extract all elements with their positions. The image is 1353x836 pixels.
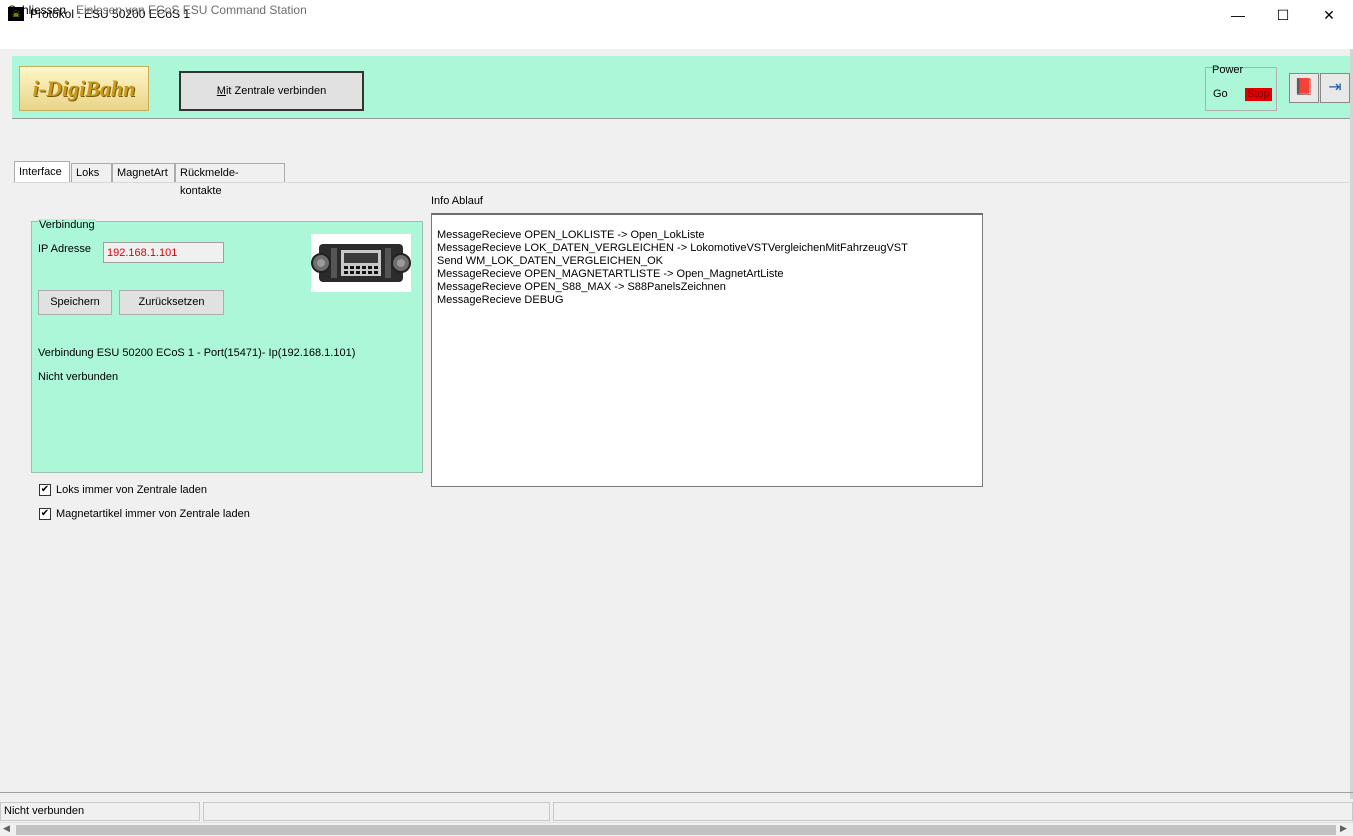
digibahn-logo: i-DigiBahn <box>19 66 149 111</box>
book-icon: 📕 <box>1294 79 1314 96</box>
scrollbar-thumb[interactable] <box>16 825 1336 835</box>
status-bar: Nicht verbunden <box>0 802 1353 821</box>
close-window-button[interactable]: ✕ <box>1306 0 1352 30</box>
connection-info-text: Verbindung ESU 50200 ECoS 1 - Port(15471… <box>38 347 356 359</box>
ip-address-input[interactable] <box>103 242 224 263</box>
exit-button[interactable]: ⇥ <box>1320 73 1350 103</box>
status-cell-connection: Nicht verbunden <box>0 802 200 821</box>
log-line: Send WM_LOK_DATEN_VERGLEICHEN_OK <box>437 255 663 267</box>
load-locos-checkbox[interactable]: ✔ <box>39 484 51 496</box>
book-button[interactable]: 📕 <box>1289 73 1319 103</box>
log-line: MessageRecieve OPEN_S88_MAX -> S88Panels… <box>437 281 726 293</box>
tab-page-border <box>12 182 1350 183</box>
tab-loks[interactable]: Loks <box>71 163 112 183</box>
divider <box>0 792 1353 793</box>
tab-interface[interactable]: Interface <box>14 161 70 183</box>
log-line: MessageRecieve OPEN_LOKLISTE -> Open_Lok… <box>437 229 705 241</box>
save-button[interactable]: Speichern <box>38 290 112 315</box>
log-line: MessageRecieve OPEN_MAGNETARTLISTE -> Op… <box>437 268 784 280</box>
command-station-image <box>311 234 411 292</box>
ip-address-label: IP Adresse <box>38 243 91 255</box>
power-stop-button[interactable]: Stop <box>1245 88 1272 101</box>
info-log-textarea[interactable]: MessageRecieve OPEN_LOKLISTE -> Open_Lok… <box>431 213 983 487</box>
menu-info-text: Einlesen von ECoS ESU Command Station <box>76 3 307 17</box>
status-cell-3 <box>553 802 1353 821</box>
tab-magnetart[interactable]: MagnetArt <box>112 163 175 183</box>
connect-button[interactable]: Mit Zentrale verbinden <box>179 71 364 111</box>
menu-schliessen[interactable]: Schliessen <box>8 3 66 17</box>
connection-status-text: Nicht verbunden <box>38 371 119 383</box>
power-go-button[interactable]: Go <box>1213 88 1228 100</box>
horizontal-scrollbar[interactable]: ◀ ▶ <box>0 822 1353 836</box>
maximize-button[interactable]: ☐ <box>1260 0 1306 30</box>
connect-button-label: it Zentrale verbinden <box>225 85 327 97</box>
load-locos-label[interactable]: Loks immer von Zentrale laden <box>56 484 207 496</box>
minimize-button[interactable]: — <box>1215 0 1261 30</box>
logo-text: i-DigiBahn <box>32 76 136 101</box>
tab-rueckmeldekontakte[interactable]: Rückmelde-kontakte <box>175 163 285 197</box>
connect-button-mnemonic: M <box>216 85 226 97</box>
reset-button[interactable]: Zurücksetzen <box>119 290 224 315</box>
log-line: MessageRecieve LOK_DATEN_VERGLEICHEN -> … <box>437 242 908 254</box>
info-log-label: Info Ablauf <box>431 195 483 207</box>
scroll-left-arrow-icon[interactable]: ◀ <box>3 823 10 834</box>
scroll-right-arrow-icon[interactable]: ▶ <box>1340 823 1347 834</box>
exit-icon: ⇥ <box>1328 79 1342 96</box>
status-cell-2 <box>203 802 550 821</box>
log-line: MessageRecieve DEBUG <box>437 294 564 306</box>
load-magnets-label[interactable]: Magnetartikel immer von Zentrale laden <box>56 508 250 520</box>
ecos-device-icon <box>311 244 411 282</box>
menu-bar <box>0 30 1353 49</box>
verbindung-group-title: Verbindung <box>38 219 96 231</box>
load-magnets-checkbox[interactable]: ✔ <box>39 508 51 520</box>
power-label: Power <box>1212 64 1244 76</box>
